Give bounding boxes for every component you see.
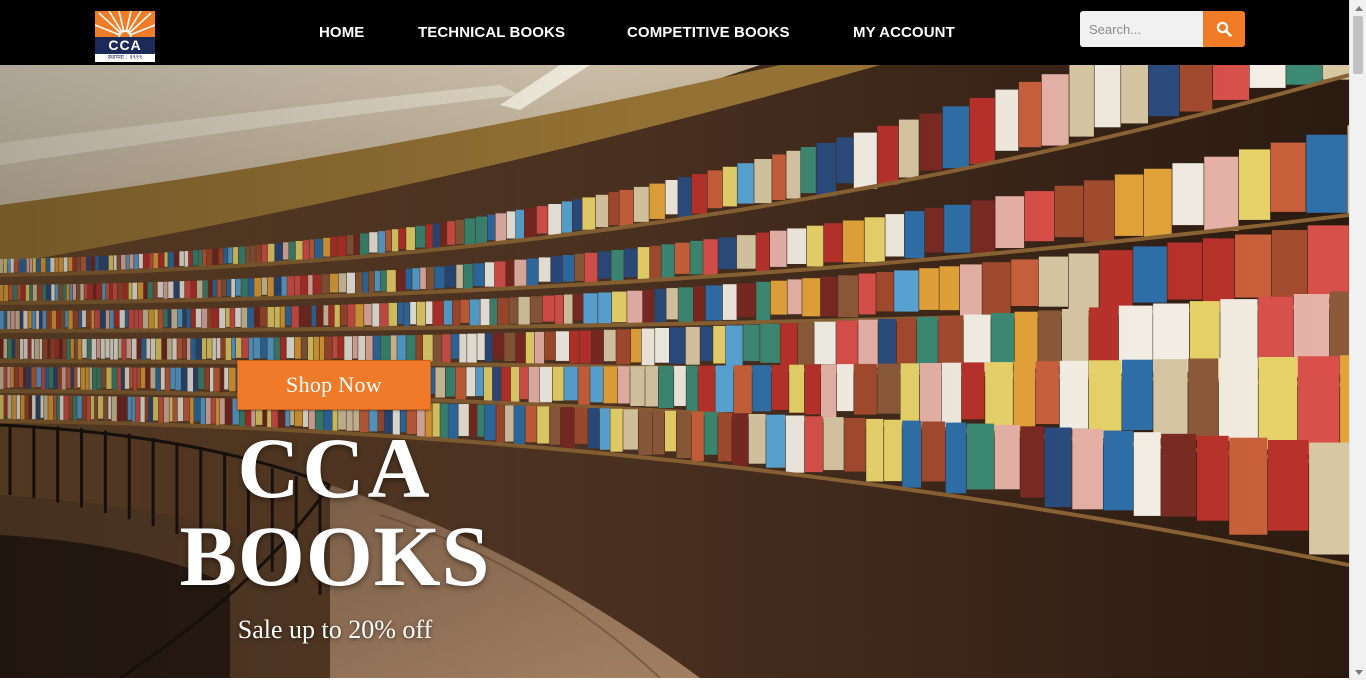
search-button[interactable] — [1203, 11, 1245, 47]
hero-title-line2: BOOKS — [179, 508, 491, 604]
nav-competitive-books[interactable]: COMPETITIVE BOOKS — [627, 24, 790, 42]
nav-my-account[interactable]: MY ACCOUNT — [853, 24, 955, 42]
logo-tagline: स्थापना : १९९९ — [107, 54, 143, 61]
hero-banner: Shop Now CCA BOOKS Sale up to 20% off — [0, 65, 1349, 678]
vertical-scrollbar[interactable] — [1349, 0, 1366, 680]
nav-home[interactable]: HOME — [319, 24, 364, 42]
logo-text: CCA — [108, 37, 142, 53]
nav-technical-books[interactable]: TECHNICAL BOOKS — [418, 24, 565, 42]
search-icon — [1216, 21, 1232, 37]
hero-title: CCA BOOKS — [150, 425, 520, 601]
scroll-up-arrow-icon[interactable] — [1350, 0, 1366, 16]
top-navigation-bar: CCA स्थापना : १९९९ HOME TECHNICAL BOOKS … — [0, 0, 1349, 65]
cca-logo[interactable]: CCA स्थापना : १९९९ — [95, 11, 155, 62]
shop-now-button[interactable]: Shop Now — [237, 360, 431, 410]
scroll-down-arrow-icon[interactable] — [1350, 664, 1366, 680]
scrollbar-thumb[interactable] — [1353, 16, 1363, 74]
hero-title-line1: CCA — [237, 420, 433, 516]
search-input[interactable] — [1080, 11, 1203, 47]
hero-subtitle: Sale up to 20% off — [237, 615, 433, 644]
